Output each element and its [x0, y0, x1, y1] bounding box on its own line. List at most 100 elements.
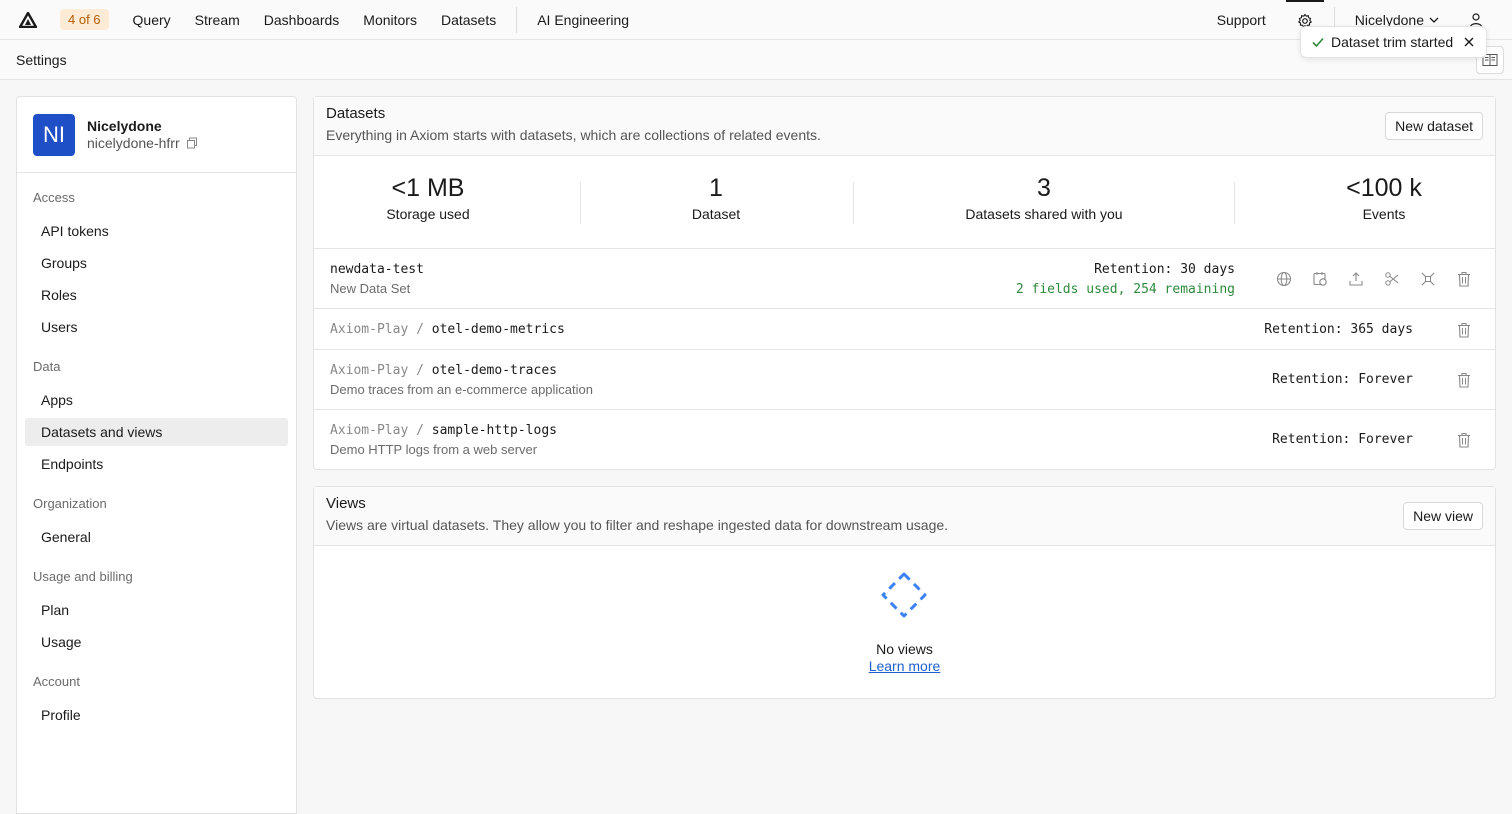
- dataset-row[interactable]: Axiom-Play / otel-demo-metrics Retention…: [314, 309, 1495, 350]
- stat-datasets: 1 Dataset: [666, 174, 766, 222]
- sidebar-item-endpoints[interactable]: Endpoints: [25, 450, 288, 478]
- settings-sidebar: NI Nicelydone nicelydone-hfrr Access API…: [16, 96, 297, 814]
- nav-ai-engineering[interactable]: AI Engineering: [537, 12, 629, 28]
- learn-more-link[interactable]: Learn more: [314, 658, 1495, 674]
- datasets-panel: Datasets Everything in Axiom starts with…: [313, 96, 1496, 470]
- org-slug-row: nicelydone-hfrr: [87, 135, 198, 151]
- stat-shared: 3 Datasets shared with you: [944, 174, 1144, 222]
- nav-divider: [516, 6, 518, 33]
- trash-icon[interactable]: [1454, 269, 1473, 288]
- dataset-stats: <1 MB Storage used 1 Dataset 3 Datasets …: [314, 156, 1495, 249]
- nav-monitors[interactable]: Monitors: [363, 12, 417, 28]
- org-name: Nicelydone: [87, 118, 162, 134]
- sidebar-item-roles[interactable]: Roles: [25, 281, 288, 309]
- dataset-name: otel-demo-traces: [431, 363, 557, 378]
- dataset-row[interactable]: Axiom-Play / otel-demo-traces Demo trace…: [314, 350, 1495, 410]
- dataset-path[interactable]: Axiom-Play / otel-demo-traces: [330, 363, 557, 378]
- calendar-clock-icon[interactable]: [1310, 269, 1329, 288]
- upload-icon[interactable]: [1346, 269, 1365, 288]
- section-usage-billing: Usage and billing: [33, 569, 133, 584]
- stat-label: Events: [1362, 206, 1406, 222]
- empty-diamond-icon: [881, 572, 927, 618]
- sidebar-item-groups[interactable]: Groups: [25, 249, 288, 277]
- stat-label: Datasets shared with you: [965, 206, 1123, 222]
- dataset-description: Demo traces from an e-commerce applicati…: [330, 382, 593, 397]
- stat-storage: <1 MB Storage used: [374, 174, 482, 222]
- datasets-title: Datasets: [326, 105, 386, 122]
- stat-value: 1: [709, 174, 723, 202]
- dataset-retention: Retention: 30 days: [1094, 262, 1235, 277]
- stat-label: Storage used: [386, 206, 470, 222]
- compress-icon[interactable]: [1418, 269, 1437, 288]
- views-empty-state: No views Learn more: [314, 546, 1495, 698]
- close-icon[interactable]: [1462, 35, 1476, 49]
- path-separator: /: [416, 363, 424, 378]
- org-slug: nicelydone-hfrr: [87, 135, 180, 151]
- datasets-header: Datasets Everything in Axiom starts with…: [314, 97, 1495, 156]
- toast-notification: Dataset trim started: [1300, 26, 1487, 58]
- check-icon: [1311, 35, 1325, 49]
- page-title: Settings: [16, 51, 67, 68]
- sidebar-item-plan[interactable]: Plan: [25, 596, 288, 624]
- new-dataset-button[interactable]: New dataset: [1385, 112, 1483, 140]
- dataset-name: otel-demo-metrics: [431, 322, 565, 337]
- dataset-owner: Axiom-Play: [330, 322, 409, 337]
- section-organization: Organization: [33, 496, 107, 511]
- copy-icon[interactable]: [186, 137, 198, 149]
- sidebar-item-users[interactable]: Users: [25, 313, 288, 341]
- stat-divider: [853, 182, 854, 224]
- views-subtitle: Views are virtual datasets. They allow y…: [326, 517, 949, 533]
- stat-events: <100 k Events: [1324, 174, 1444, 222]
- section-account: Account: [33, 674, 80, 689]
- stat-value: <1 MB: [391, 174, 465, 202]
- chevron-down-icon: [1429, 17, 1439, 23]
- dataset-name[interactable]: newdata-test: [330, 262, 424, 277]
- section-data: Data: [33, 359, 61, 374]
- globe-icon[interactable]: [1274, 269, 1293, 288]
- empty-title: No views: [876, 641, 933, 657]
- dataset-row[interactable]: newdata-test New Data Set Retention: 30 …: [314, 249, 1495, 309]
- dataset-retention: Retention: 365 days: [1264, 322, 1413, 337]
- views-panel: Views Views are virtual datasets. They a…: [313, 486, 1496, 699]
- nav-stream[interactable]: Stream: [195, 12, 240, 28]
- stat-divider: [1234, 182, 1235, 224]
- sidebar-item-profile[interactable]: Profile: [25, 701, 288, 729]
- stat-value: <100 k: [1346, 174, 1422, 202]
- datasets-subtitle: Everything in Axiom starts with datasets…: [326, 127, 821, 143]
- dataset-path[interactable]: Axiom-Play / otel-demo-metrics: [330, 322, 565, 337]
- trim-scissors-icon[interactable]: [1382, 269, 1401, 288]
- dataset-actions: [1274, 269, 1473, 288]
- trash-icon[interactable]: [1454, 320, 1473, 339]
- dataset-description: Demo HTTP logs from a web server: [330, 442, 538, 457]
- sidebar-item-general[interactable]: General: [25, 523, 288, 551]
- new-view-button[interactable]: New view: [1403, 502, 1483, 530]
- dataset-name: sample-http-logs: [431, 423, 557, 438]
- nav-datasets[interactable]: Datasets: [441, 12, 496, 28]
- page-header: Settings: [0, 40, 1512, 80]
- stat-value: 3: [1037, 174, 1051, 202]
- views-header: Views Views are virtual datasets. They a…: [314, 487, 1495, 546]
- stat-label: Dataset: [691, 206, 741, 222]
- nav-query[interactable]: Query: [133, 12, 171, 28]
- views-title: Views: [326, 495, 366, 512]
- top-navigation: 4 of 6 Query Stream Dashboards Monitors …: [0, 0, 1512, 40]
- dataset-row[interactable]: Axiom-Play / sample-http-logs Demo HTTP …: [314, 410, 1495, 469]
- trash-icon[interactable]: [1454, 370, 1473, 389]
- sidebar-item-datasets-and-views[interactable]: Datasets and views: [25, 418, 288, 446]
- stat-divider: [580, 182, 581, 224]
- usage-badge[interactable]: 4 of 6: [60, 9, 109, 30]
- sidebar-item-api-tokens[interactable]: API tokens: [25, 217, 288, 245]
- org-header: NI Nicelydone nicelydone-hfrr: [17, 97, 296, 173]
- dataset-owner: Axiom-Play: [330, 363, 409, 378]
- support-link[interactable]: Support: [1217, 12, 1266, 28]
- dataset-retention: Retention: Forever: [1272, 432, 1413, 447]
- nav-dashboards[interactable]: Dashboards: [264, 12, 340, 28]
- axiom-logo-icon[interactable]: [18, 10, 38, 30]
- dataset-description: New Data Set: [330, 281, 411, 296]
- dataset-path[interactable]: Axiom-Play / sample-http-logs: [330, 423, 557, 438]
- trash-icon[interactable]: [1454, 430, 1473, 449]
- toast-text: Dataset trim started: [1331, 34, 1454, 50]
- sidebar-item-apps[interactable]: Apps: [25, 386, 288, 414]
- dataset-fields-usage: 2 fields used, 254 remaining: [1015, 282, 1235, 297]
- sidebar-item-usage[interactable]: Usage: [25, 628, 288, 656]
